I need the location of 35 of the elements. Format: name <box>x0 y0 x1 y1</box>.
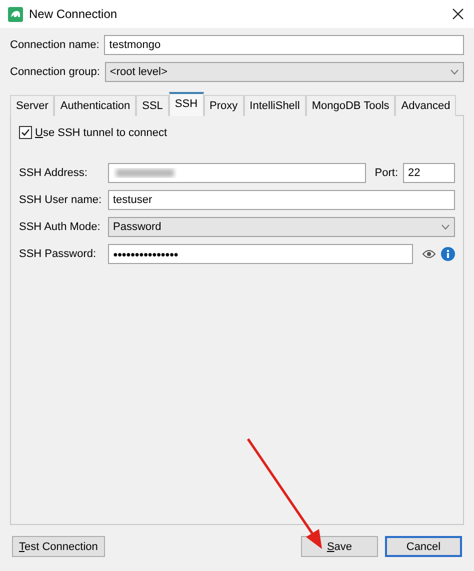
field-label: SSH Auth Mode: <box>19 221 102 233</box>
field-label: SSH User name: <box>19 194 103 206</box>
info-icon[interactable] <box>441 247 455 261</box>
dialog-button[interactable]: Cancel <box>385 536 462 557</box>
field-label: SSH Address: <box>19 167 88 179</box>
chevron-down-icon <box>450 69 459 75</box>
dialog-button[interactable]: Save <box>301 536 378 557</box>
port-field[interactable]: 22 <box>403 163 455 183</box>
window-title: New Connection <box>29 7 118 21</box>
app-logo-icon <box>8 6 23 22</box>
tab[interactable]: MongoDB Tools <box>306 95 396 116</box>
tab[interactable]: IntelliShell <box>244 95 306 116</box>
ssh-user-field[interactable]: testuser <box>108 190 455 210</box>
tab[interactable]: Advanced <box>395 95 456 116</box>
checkbox[interactable] <box>19 126 32 139</box>
close-icon[interactable] <box>452 8 464 20</box>
blurred-text-icon <box>113 167 177 179</box>
checkbox-label[interactable]: Use SSH tunnel to connect <box>35 126 168 138</box>
chevron-down-icon <box>441 224 450 230</box>
tab[interactable]: Authentication <box>54 95 136 116</box>
field-label: Connection name: <box>10 39 100 51</box>
tab[interactable]: SSH <box>168 92 204 116</box>
tab[interactable]: Proxy <box>204 95 244 116</box>
eye-icon[interactable] <box>422 249 436 259</box>
dialog-button[interactable]: Test Connection <box>12 536 105 557</box>
ssh-password-field[interactable]: ●●●●●●●●●●●●●●● <box>108 244 413 264</box>
ssh-address-field[interactable] <box>108 163 366 183</box>
connection-name-field[interactable]: testmongo <box>104 35 464 55</box>
tab[interactable]: Server <box>10 95 54 116</box>
field-label: SSH Password: <box>19 248 98 260</box>
field-label: Port: <box>374 167 398 179</box>
auth-mode-dropdown[interactable]: Password <box>108 217 455 237</box>
tab[interactable]: SSL <box>136 95 169 116</box>
connection-group-dropdown[interactable]: <root level> <box>104 62 464 82</box>
field-label: Connection group: <box>10 66 100 78</box>
